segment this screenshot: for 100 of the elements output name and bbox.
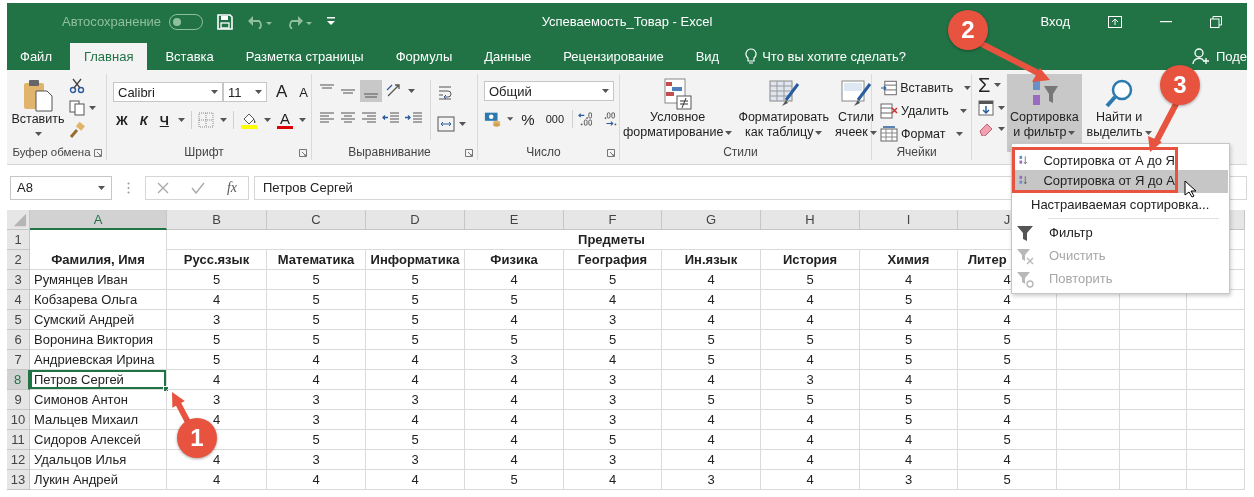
- scissors-icon[interactable]: [69, 78, 85, 94]
- caret-icon: [459, 122, 466, 126]
- undo-icon[interactable]: [247, 14, 274, 29]
- fill-handle[interactable]: [163, 386, 169, 392]
- row-header[interactable]: 6: [7, 330, 30, 350]
- redo-icon[interactable]: [287, 14, 314, 29]
- percent-button[interactable]: %: [518, 110, 538, 128]
- italic-button[interactable]: К: [136, 112, 151, 128]
- ribbon-tab[interactable]: Файл: [7, 43, 66, 70]
- dialog-launcher-icon[interactable]: [299, 149, 307, 157]
- restore-icon[interactable]: [1210, 15, 1222, 28]
- table-cell[interactable]: Воронина Виктория: [30, 330, 167, 350]
- name-box[interactable]: A8: [10, 175, 112, 200]
- number-format-field[interactable]: Общий: [484, 81, 614, 101]
- dialog-launcher-icon[interactable]: [607, 149, 615, 157]
- grow-font-button[interactable]: A: [273, 82, 291, 102]
- table-cell[interactable]: Симонов Антон: [30, 390, 167, 410]
- row-header[interactable]: 10: [7, 410, 30, 430]
- fill-down-icon[interactable]: [978, 100, 994, 116]
- table-cell[interactable]: Румянцев Иван: [30, 270, 167, 290]
- row-header[interactable]: 7: [7, 350, 30, 370]
- thousands-separator-button[interactable]: 000: [542, 113, 568, 125]
- pointer-arrow: [1148, 101, 1179, 152]
- ribbon-tab[interactable]: Разметка страницы: [231, 43, 378, 70]
- cancel-icon[interactable]: [156, 181, 169, 194]
- cells-button[interactable]: Формат: [880, 124, 971, 144]
- row-header[interactable]: 1: [7, 230, 30, 250]
- find-select-button[interactable]: Найти и выделить: [1083, 74, 1155, 152]
- table-cell: 4: [564, 290, 662, 310]
- table-header: Информатика: [366, 250, 465, 270]
- row-header[interactable]: 9: [7, 390, 30, 410]
- autosum-button[interactable]: Σ: [978, 76, 991, 94]
- table-cell: 4: [465, 450, 564, 470]
- column-header[interactable]: A: [30, 210, 167, 230]
- underline-button[interactable]: Ч: [156, 112, 172, 128]
- table-cell[interactable]: Кобзарева Ольга: [30, 290, 167, 310]
- empty-cell: [1120, 370, 1187, 390]
- column-header[interactable]: D: [366, 210, 465, 230]
- column-header[interactable]: H: [761, 210, 860, 230]
- customize-toolbar-icon[interactable]: [327, 17, 336, 26]
- table-cell[interactable]: Сидоров Алексей: [30, 430, 167, 450]
- minimize-icon[interactable]: [1160, 20, 1172, 23]
- row-header[interactable]: 5: [7, 310, 30, 330]
- merge-cells-icon[interactable]: [437, 116, 455, 132]
- table-cell: 4: [860, 430, 958, 450]
- dialog-launcher-icon[interactable]: [94, 149, 102, 157]
- save-icon[interactable]: [217, 13, 234, 30]
- insert-function-button[interactable]: fx: [226, 179, 237, 196]
- cells-button[interactable]: Удалить: [880, 101, 971, 121]
- row-header[interactable]: 13: [7, 470, 30, 490]
- ribbon-display-icon[interactable]: [1108, 15, 1122, 28]
- ribbon-tab[interactable]: Формулы: [381, 43, 467, 70]
- style-button[interactable]: Условное форматирование: [620, 76, 736, 144]
- row-header[interactable]: 12: [7, 450, 30, 470]
- currency-icon[interactable]: [484, 110, 503, 128]
- ribbon-tab[interactable]: Вид: [681, 43, 734, 70]
- ribbon-tab[interactable]: Данные: [470, 43, 546, 70]
- table-cell: 3: [860, 470, 958, 490]
- row-header[interactable]: 2: [7, 250, 30, 270]
- mouse-pointer-icon: [1184, 180, 1196, 198]
- ribbon-tab[interactable]: Рецензирование: [549, 43, 678, 70]
- table-cell[interactable]: Сумский Андрей: [30, 310, 167, 330]
- style-button[interactable]: Стили ячеек: [832, 76, 880, 144]
- check-icon[interactable]: [190, 181, 205, 194]
- column-header[interactable]: F: [564, 210, 662, 230]
- column-header[interactable]: E: [465, 210, 564, 230]
- tell-me-search[interactable]: Что вы хотите сделать?: [762, 43, 906, 70]
- font-name-field[interactable]: Calibri: [113, 82, 223, 102]
- copy-icon[interactable]: [69, 100, 85, 116]
- style-button[interactable]: Форматировать как таблицу: [735, 76, 833, 144]
- row-header[interactable]: 11: [7, 430, 30, 450]
- menu-item[interactable]: Сортировка от Я до А: [1012, 170, 1228, 193]
- table-cell[interactable]: Андриевская Ирина: [30, 350, 167, 370]
- table-cell[interactable]: Лукин Андрей: [30, 470, 167, 490]
- bold-button[interactable]: Ж: [113, 112, 131, 128]
- sign-in-link[interactable]: Вход: [1040, 14, 1070, 29]
- row-header[interactable]: 8: [7, 370, 30, 390]
- fill-color-icon[interactable]: [239, 111, 258, 129]
- row-header[interactable]: 3: [7, 270, 30, 290]
- share-person-icon[interactable]: [1191, 47, 1210, 65]
- column-header[interactable]: C: [267, 210, 366, 230]
- table-cell[interactable]: Петров Сергей: [30, 370, 167, 390]
- shrink-font-button[interactable]: A: [296, 84, 311, 100]
- ribbon-tab[interactable]: Вставка: [151, 43, 228, 70]
- dialog-launcher-icon[interactable]: [465, 149, 473, 157]
- column-header[interactable]: I: [860, 210, 958, 230]
- wrap-text-icon[interactable]: [437, 84, 455, 102]
- font-size-field[interactable]: 11: [223, 82, 267, 102]
- paste-button[interactable]: Вставить: [11, 76, 65, 144]
- format-painter-icon[interactable]: [69, 122, 85, 138]
- column-header[interactable]: G: [662, 210, 761, 230]
- font-color-button[interactable]: A: [276, 111, 293, 129]
- cells-button[interactable]: Вставить: [880, 78, 971, 98]
- eraser-icon[interactable]: [978, 122, 994, 136]
- table-cell[interactable]: Удальцов Илья: [30, 450, 167, 470]
- table-cell[interactable]: Мальцев Михаил: [30, 410, 167, 430]
- ribbon-tab[interactable]: Главная: [69, 43, 148, 70]
- row-header[interactable]: 4: [7, 290, 30, 310]
- column-header[interactable]: B: [167, 210, 267, 230]
- share-button[interactable]: Поде: [1215, 43, 1247, 70]
